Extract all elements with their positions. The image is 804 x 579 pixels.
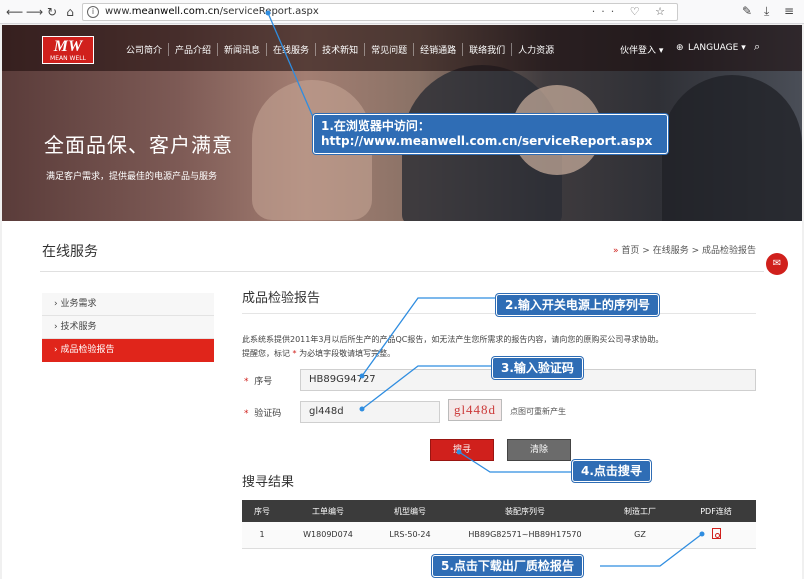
- breadcrumb-current: 成品检验报告: [701, 246, 756, 256]
- callout-step-4: 4.点击搜寻: [572, 460, 651, 482]
- partner-login-link[interactable]: 伙伴登入 ▾: [620, 43, 663, 56]
- menu-item-faq[interactable]: 常见问题: [365, 43, 415, 56]
- required-star: *: [290, 349, 300, 358]
- menu-item-products[interactable]: 产品介绍: [169, 43, 219, 56]
- breadcrumb-service[interactable]: 在线服务: [653, 246, 689, 256]
- cell: [676, 522, 756, 549]
- main-menu: 公司简介 产品介绍 新闻讯息 在线服务 技术新知 常见问题 经销通路 联络我们 人力资源: [120, 43, 560, 56]
- cell: 1: [242, 522, 282, 549]
- search-button[interactable]: 搜寻: [430, 439, 494, 461]
- main-title: 成品检验报告: [242, 291, 321, 306]
- serial-label: * 序号: [244, 377, 273, 387]
- callout-text: 1.在浏览器中访问：: [321, 119, 430, 133]
- globe-icon: ⊕: [676, 43, 684, 53]
- col-header: 机型编号: [374, 500, 446, 522]
- required-note-text: 提醒您，标记: [242, 349, 290, 358]
- breadcrumb-home[interactable]: 首页: [621, 246, 639, 256]
- breadcrumb-arrow-icon: »: [613, 246, 619, 256]
- required-note-text: 为必填字段敬请填写完整。: [299, 349, 396, 358]
- banner-title: 全面品保、客户满意: [44, 133, 233, 157]
- cell: W1809D074: [282, 522, 374, 549]
- menu-item-hr[interactable]: 人力资源: [512, 43, 560, 56]
- col-header: 工单编号: [282, 500, 374, 522]
- description-line: 此系统系提供2011年3月以后所生产的产品QC报告，如无法产生您所需求的报告内容…: [242, 335, 664, 344]
- logo-mark: MW: [53, 38, 83, 55]
- sidebar-item-qc-report[interactable]: › 成品检验报告: [42, 339, 214, 362]
- search-icon[interactable]: ⌕: [754, 40, 760, 54]
- cell: GZ: [604, 522, 676, 549]
- menu-icon[interactable]: ≡: [784, 4, 794, 18]
- banner-subtitle: 满足客户需求，提供最佳的电源产品与服务: [46, 172, 218, 182]
- callout-step-5: 5.点击下载出厂质检报告: [432, 555, 583, 577]
- browser-toolbar: ⟵ ⟶ ↻ ⌂ i www.meanwell.com.cn/serviceRep…: [0, 0, 804, 24]
- captcha-input[interactable]: gl448d: [300, 401, 440, 423]
- meanwell-logo[interactable]: MW MEAN WELL: [42, 36, 94, 64]
- forward-icon[interactable]: ⟶: [26, 4, 43, 20]
- menu-item-service[interactable]: 在线服务: [267, 43, 317, 56]
- captcha-note: 点图可重新产生: [510, 407, 566, 416]
- page-actions-icons[interactable]: ··· ♡ ☆: [592, 5, 671, 18]
- col-header: 序号: [242, 500, 282, 522]
- menu-item-tech[interactable]: 技术新知: [316, 43, 366, 56]
- col-header: 装配序列号: [446, 500, 604, 522]
- table-row: 1 W1809D074 LRS-50-24 HB89G82571~HB89H17…: [242, 522, 756, 549]
- col-header: 制造工厂: [604, 500, 676, 522]
- reload-icon[interactable]: ↻: [44, 4, 60, 20]
- captcha-image[interactable]: gl448d: [448, 399, 502, 421]
- pdf-download-icon[interactable]: [711, 528, 721, 540]
- menu-item-about[interactable]: 公司简介: [120, 43, 170, 56]
- content-area: 在线服务 » 首页 > 在线服务 > 成品检验报告 ✉ › 业务需求 › 技术服…: [2, 221, 802, 579]
- col-header: PDF连结: [676, 500, 756, 522]
- sidebar-item-sales[interactable]: › 业务需求: [42, 293, 214, 316]
- section-title: 在线服务: [42, 244, 98, 260]
- callout-step-2: 2.输入开关电源上的序列号: [496, 294, 659, 316]
- download-icon[interactable]: ⤓: [764, 4, 769, 19]
- tools-icon[interactable]: ✎: [742, 4, 752, 18]
- cell: HB89G82571~HB89H17570: [446, 522, 604, 549]
- results-title: 搜寻结果: [242, 475, 295, 490]
- captcha-label: * 验证码: [244, 409, 282, 419]
- breadcrumb: » 首页 > 在线服务 > 成品检验报告: [613, 246, 756, 256]
- menu-item-contact[interactable]: 联络我们: [463, 43, 513, 56]
- divider: [40, 271, 764, 272]
- site-info-icon[interactable]: i: [87, 6, 99, 18]
- menu-item-channels[interactable]: 经销通路: [414, 43, 464, 56]
- back-icon[interactable]: ⟵: [6, 4, 23, 20]
- logo-text: MEAN WELL: [43, 55, 93, 62]
- cell: LRS-50-24: [374, 522, 446, 549]
- sidebar: › 业务需求 › 技术服务 › 成品检验报告: [42, 293, 214, 362]
- callout-step-3: 3.输入验证码: [492, 357, 583, 379]
- home-icon[interactable]: ⌂: [62, 4, 78, 20]
- language-selector[interactable]: LANGUAGE ▾: [688, 43, 746, 53]
- callout-step-1: 1.在浏览器中访问： http://www.meanwell.com.cn/se…: [313, 114, 668, 154]
- sidebar-item-tech[interactable]: › 技术服务: [42, 316, 214, 339]
- results-table: 序号 工单编号 机型编号 装配序列号 制造工厂 PDF连结 1 W1809D07…: [242, 500, 756, 549]
- message-icon[interactable]: ✉: [766, 253, 788, 275]
- url-text: www.meanwell.com.cn/serviceReport.aspx: [105, 6, 319, 17]
- clear-button[interactable]: 清除: [507, 439, 571, 461]
- banner-photo-shape: [662, 75, 802, 221]
- callout-text: http://www.meanwell.com.cn/serviceReport…: [321, 134, 653, 148]
- menu-item-news[interactable]: 新闻讯息: [218, 43, 268, 56]
- address-bar[interactable]: i www.meanwell.com.cn/serviceReport.aspx…: [82, 3, 678, 21]
